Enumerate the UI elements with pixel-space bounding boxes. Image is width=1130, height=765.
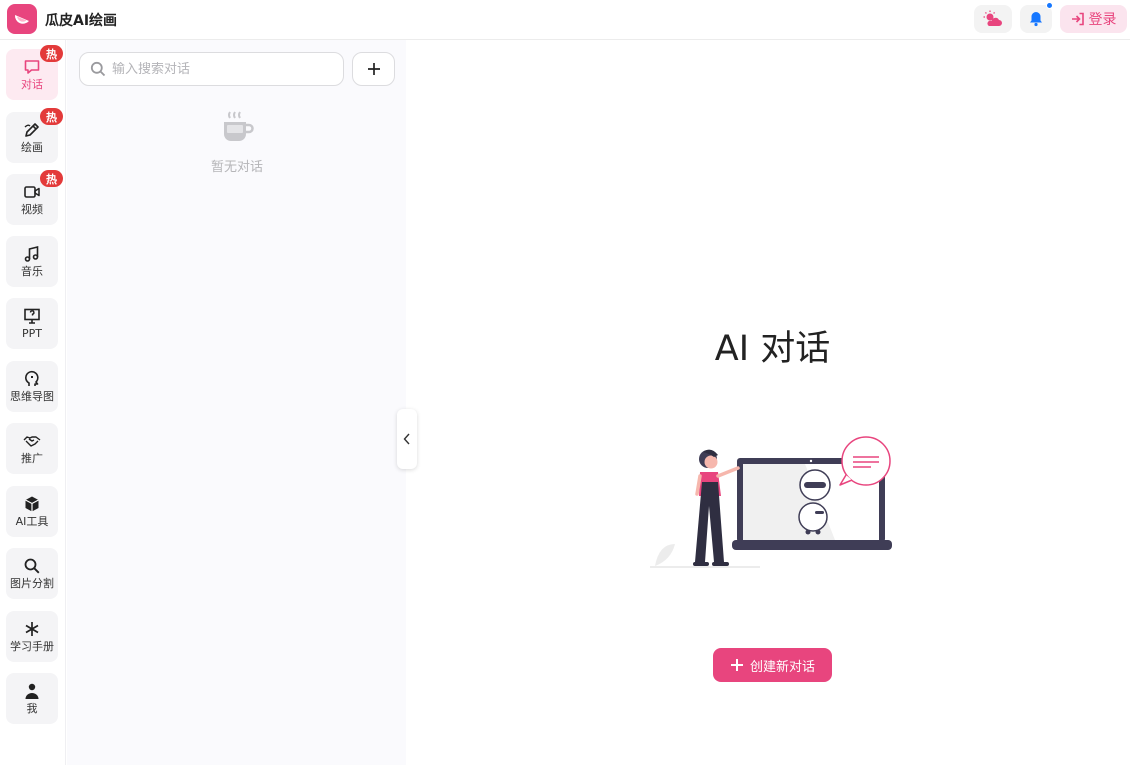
weather-icon xyxy=(983,10,1002,26)
nav-item-me[interactable]: 我 xyxy=(6,673,58,724)
nav-label: 绘画 xyxy=(21,141,43,154)
notification-button[interactable] xyxy=(1020,2,1053,33)
nav-label: 对话 xyxy=(21,78,43,91)
empty-text: 暂无对话 xyxy=(210,160,263,175)
nav-label: 音乐 xyxy=(21,265,43,278)
nav-rail: 对话 热 绘画 热 视频 热 音乐 PPT 思维导图 推广 AI工具 图片分割 … xyxy=(0,40,66,765)
search-icon xyxy=(24,558,40,574)
handshake-icon xyxy=(23,436,41,447)
new-conversation-button[interactable] xyxy=(352,52,395,86)
nav-label: 图片分割 xyxy=(10,577,54,590)
page-title: AI 对话 xyxy=(714,329,831,369)
login-label: 登录 xyxy=(1088,12,1117,28)
nav-label: AI工具 xyxy=(15,515,49,528)
pen-icon xyxy=(24,123,39,137)
box-icon xyxy=(25,496,39,512)
nav-label: 推广 xyxy=(21,452,43,465)
login-button[interactable]: 登录 xyxy=(1060,5,1127,33)
asterisk-icon xyxy=(25,622,39,636)
chatbot-illustration xyxy=(650,436,892,568)
empty-state: 暂无对话 xyxy=(187,110,287,175)
nav-item-image-segment[interactable]: 图片分割 xyxy=(6,548,58,599)
nav-item-mind-map[interactable]: 思维导图 xyxy=(6,361,58,412)
hot-badge: 热 xyxy=(40,170,63,187)
nav-item-ppt[interactable]: PPT xyxy=(6,298,58,349)
user-icon xyxy=(25,683,39,699)
app-title: 瓜皮AI绘画 xyxy=(45,13,118,29)
app-logo[interactable] xyxy=(7,4,37,34)
hot-badge: 热 xyxy=(40,108,63,125)
chevron-left-icon xyxy=(403,433,410,445)
create-conversation-label: 创建新对话 xyxy=(749,659,815,675)
nav-label: 思维导图 xyxy=(10,390,54,403)
chat-icon xyxy=(24,60,40,74)
notification-dot xyxy=(1046,2,1053,9)
presentation-icon xyxy=(24,308,40,324)
search-box[interactable] xyxy=(79,52,344,86)
search-icon xyxy=(90,61,106,77)
watermelon-icon xyxy=(14,15,29,24)
nav-item-study-guide[interactable]: 学习手册 xyxy=(6,611,58,662)
theme-toggle-button[interactable] xyxy=(974,5,1012,33)
collapse-panel-button[interactable] xyxy=(397,409,417,469)
nav-item-promote[interactable]: 推广 xyxy=(6,423,58,474)
plus-icon xyxy=(730,659,743,671)
nav-label: 视频 xyxy=(21,203,43,216)
top-bar: 瓜皮AI绘画 登录 xyxy=(0,0,1130,40)
bell-icon xyxy=(1030,12,1042,27)
plus-icon xyxy=(367,63,380,75)
hot-badge: 热 xyxy=(40,45,63,62)
nav-item-chat[interactable]: 对话 热 xyxy=(6,45,63,100)
nav-item-music[interactable]: 音乐 xyxy=(6,236,58,287)
create-conversation-button[interactable]: 创建新对话 xyxy=(713,648,832,682)
nav-item-ai-tools[interactable]: AI工具 xyxy=(6,486,58,537)
login-icon xyxy=(1071,12,1084,26)
mind-map-icon xyxy=(25,370,39,386)
video-icon xyxy=(24,186,40,198)
nav-item-draw[interactable]: 绘画 热 xyxy=(6,108,63,163)
search-input[interactable] xyxy=(112,61,332,77)
conversation-panel: 暂无对话 xyxy=(67,40,406,765)
music-icon xyxy=(24,245,39,262)
nav-label: PPT xyxy=(22,327,42,340)
nav-label: 我 xyxy=(26,702,38,715)
nav-item-video[interactable]: 视频 热 xyxy=(6,170,63,225)
nav-label: 学习手册 xyxy=(10,640,54,653)
coffee-cup-icon xyxy=(224,111,254,141)
